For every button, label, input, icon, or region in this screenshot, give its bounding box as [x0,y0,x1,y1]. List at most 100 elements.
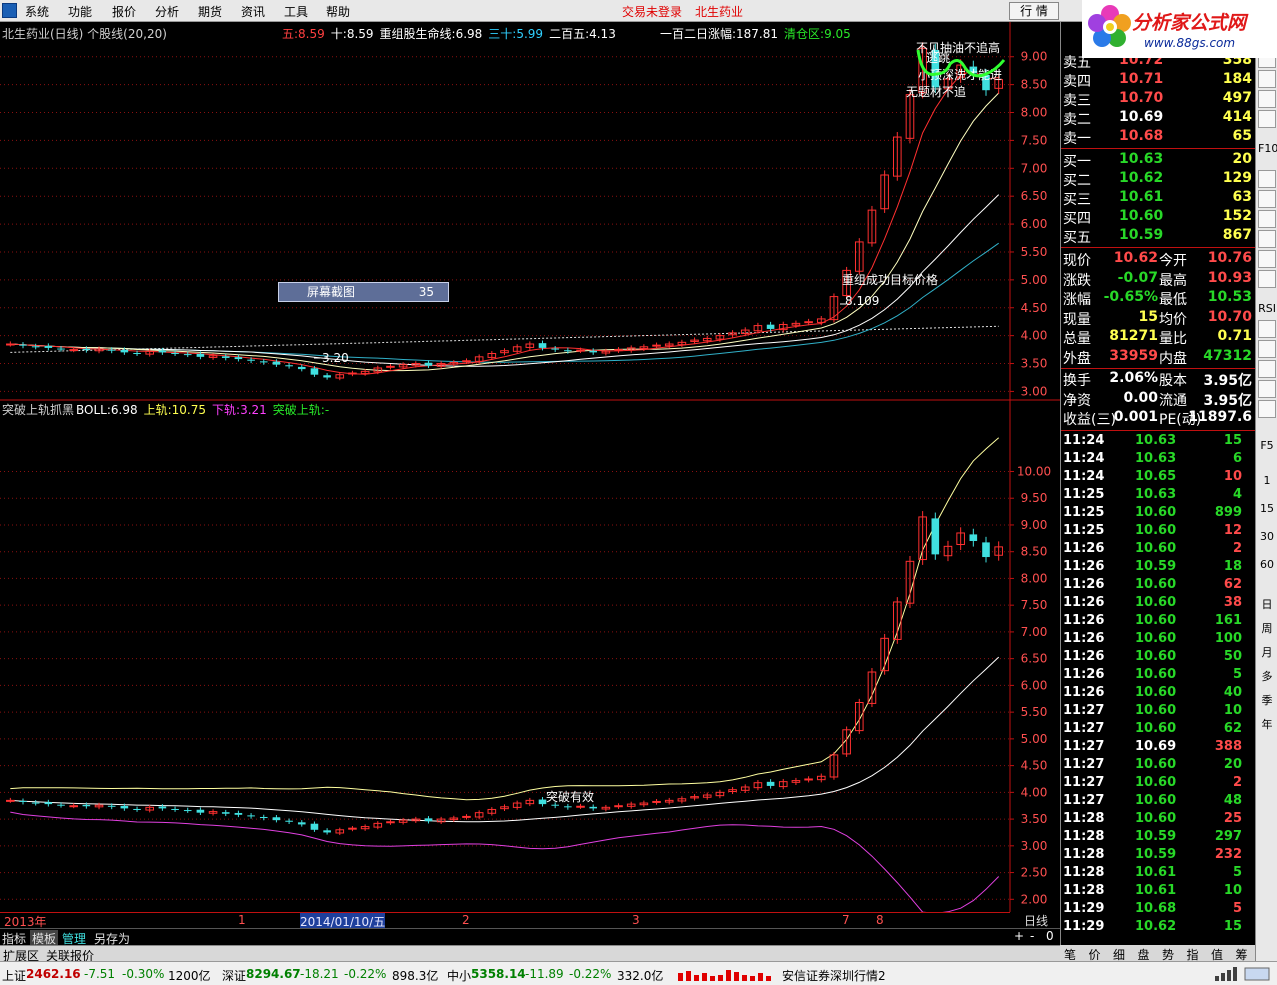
tick-price: 10.60 [1135,576,1177,592]
menu-quote[interactable]: 报价 [112,3,136,20]
tick-volume: 2 [1232,540,1242,556]
tick-volume: 20 [1223,756,1242,772]
toolbar-tool-icon[interactable] [1258,340,1276,358]
toolbar-tool-icon[interactable] [1258,210,1276,228]
menu-help[interactable]: 帮助 [326,3,350,20]
sub-indicator-value: - [324,403,330,417]
kline-chart[interactable]: 9.00 8.50 8.00 7.50 7.00 6.50 6.00 5.50 5.00 4.50… [0,22,1060,912]
toolbar-button[interactable]: 15 [1258,500,1276,518]
menu-tools[interactable]: 工具 [284,3,308,20]
tick-time: 11:24 [1063,450,1105,466]
main-indicator-label: 重组股生命线: [379,27,456,41]
stat-row: 收益(三) 0.001 PE(动) 11897.6 [1061,409,1256,428]
main-candle-body [19,344,27,346]
tick-row: 11:26 10.60 50 [1061,649,1256,667]
zx-value: 5358.14 [471,967,526,981]
zx-change: -11.89 [525,967,564,981]
sz-label: 深证 [222,969,247,983]
toolbar-tool-icon[interactable] [1258,400,1276,418]
main-indicator-label: 清仓区: [784,27,825,41]
toolbar-button[interactable]: 1 [1258,472,1276,490]
main-candle-body [171,352,179,354]
menu-info[interactable]: 资讯 [241,3,265,20]
toolbar-button[interactable]: 多 [1258,668,1276,686]
sub-candle-body [348,827,357,830]
sub-candle-body [6,799,15,802]
main-tick-label: 5.50 [1021,245,1048,259]
annotation-low: 3.20 [322,351,349,365]
bid-price: 10.62 [1119,170,1164,186]
stat-label: 量比 [1159,331,1187,347]
tick-price: 10.60 [1135,810,1177,826]
sub-candle-body [652,800,661,803]
tick-row: 11:27 10.60 10 [1061,703,1256,721]
main-indicator-value: 4.13 [589,27,616,41]
stat-value: 0.00 [1123,389,1158,406]
tick-volume: 5 [1232,864,1242,880]
stat-value: 10.93 [1207,269,1252,286]
toolbar-button[interactable]: F10 [1258,140,1277,158]
stat-value: 81271 [1109,328,1158,344]
tick-price: 10.60 [1135,702,1177,718]
stat-label: 涨幅 [1063,292,1091,308]
toolbar-button[interactable]: 周 [1258,620,1276,638]
period-label[interactable]: 日线 [1012,912,1060,928]
toolbar-tool-icon[interactable] [1258,360,1276,378]
toolbar-button[interactable]: 60 [1258,556,1276,574]
toolbar-tool-icon[interactable] [1258,320,1276,338]
quote-button[interactable]: 行 情 [1009,2,1059,20]
main-candle-body [766,324,775,329]
toolbar-tool-icon[interactable] [1258,90,1276,108]
chart-area[interactable]: 9.00 8.50 8.00 7.50 7.00 6.50 6.00 5.50 5.00 4.50… [0,22,1060,912]
toolbar-button[interactable]: RSI [1258,300,1276,318]
screenshot-box[interactable]: 屏幕截图 35 [278,282,449,302]
sub-candle-body [120,805,129,809]
tick-time: 11:27 [1063,756,1105,772]
ask-row: 卖二 10.69 414 [1061,109,1256,128]
trade-status[interactable]: 交易未登录 [622,3,682,20]
tick-row: 11:26 10.60 62 [1061,577,1256,595]
sub-candle-body [31,802,40,804]
main-candle-body [424,362,433,366]
stat-label: 换手 [1063,373,1091,389]
menu-function[interactable]: 功能 [68,3,92,20]
toolbar-button[interactable]: 季 [1258,692,1276,710]
main-candle-body [69,349,78,352]
toolbar-button[interactable]: F5 [1258,437,1276,455]
toolbar-button[interactable]: 日 [1258,596,1276,614]
tick-time: 11:24 [1063,432,1105,448]
zoom-reset-button[interactable]: 0 [1046,929,1054,943]
main-tick-label: 6.50 [1021,189,1048,203]
toolbar-tool-icon[interactable] [1258,270,1276,288]
stat-row: 外盘 33959 内盘 47312 [1061,348,1256,367]
tick-price: 10.61 [1135,864,1177,880]
zoom-in-button[interactable]: + [1014,929,1024,943]
toolbar-tool-icon[interactable] [1258,170,1276,188]
sub-candle-body [57,804,65,806]
brand-url[interactable]: www.88gs.com [1144,36,1235,50]
menu-futures[interactable]: 期货 [198,3,222,20]
toolbar-button[interactable]: 30 [1258,528,1276,546]
main-indicator-value: 8.59 [346,27,374,41]
main-candle-body [614,349,623,352]
sub-candle-body [310,823,319,830]
zoom-out-button[interactable]: - [1030,929,1034,943]
toolbar-tool-icon[interactable] [1258,380,1276,398]
sub-chart-indicators: BOLL:6.98 上轨:10.75 下轨:3.21 突破上轨:- [76,401,335,418]
menu-analysis[interactable]: 分析 [155,3,179,20]
toolbar-tool-icon[interactable] [1258,250,1276,268]
tick-price: 10.60 [1135,648,1177,664]
toolbar-tool-icon[interactable] [1258,190,1276,208]
toolbar-button[interactable]: 月 [1258,644,1276,662]
bid-volume: 867 [1222,227,1252,243]
toolbar-tool-icon[interactable] [1258,110,1276,128]
bid-volume: 20 [1232,151,1252,167]
stat-row: 现价 10.62 今开 10.76 [1061,250,1256,269]
menu-system[interactable]: 系统 [25,3,49,20]
main-candle-body [272,361,281,365]
date-label: 1 [238,913,246,927]
toolbar-tool-icon[interactable] [1258,230,1276,248]
toolbar-button[interactable]: 年 [1258,716,1276,734]
stock-name: 北生药业 [695,5,744,19]
toolbar-tool-icon[interactable] [1258,70,1276,88]
